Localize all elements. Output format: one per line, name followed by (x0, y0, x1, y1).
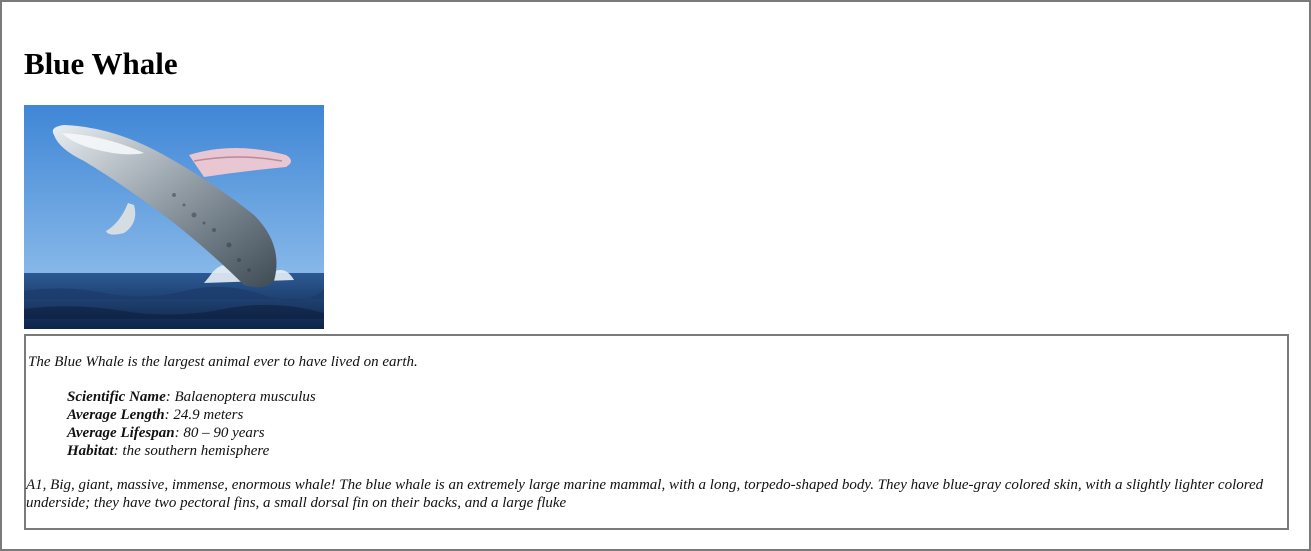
fact-average-lifespan: Average Lifespan: 80 – 90 years (67, 424, 316, 442)
fact-habitat: Habitat: the southern hemisphere (67, 442, 316, 460)
page-title: Blue Whale (24, 46, 178, 81)
fact-value: : the southern hemisphere (113, 443, 270, 459)
fact-scientific-name: Scientific Name: Balaenoptera musculus (67, 388, 316, 406)
fact-label: Habitat (67, 443, 114, 459)
fact-label: Average Length (67, 407, 165, 423)
intro-text: The Blue Whale is the largest animal eve… (28, 354, 418, 370)
fact-value: : Balaenoptera musculus (165, 389, 316, 405)
fact-label: Average Lifespan (67, 425, 175, 441)
facts-list: Scientific Name: Balaenoptera musculus A… (67, 388, 316, 460)
fact-value: : 24.9 meters (164, 407, 244, 423)
fact-label: Scientific Name (67, 389, 166, 405)
description-text: A1, Big, giant, massive, immense, enormo… (26, 477, 1264, 511)
page-frame: Blue Whale The Blue Whale is the largest… (0, 0, 1311, 551)
fact-average-length: Average Length: 24.9 meters (67, 406, 316, 424)
info-box: The Blue Whale is the largest animal eve… (24, 334, 1289, 530)
fact-value: : 80 – 90 years (174, 425, 265, 441)
whale-image (24, 105, 324, 329)
